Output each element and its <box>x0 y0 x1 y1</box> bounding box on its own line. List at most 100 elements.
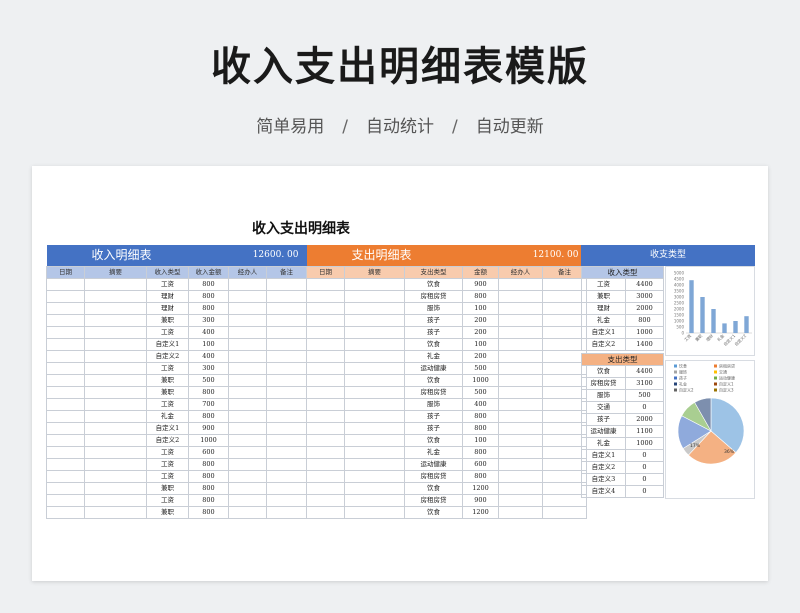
table-cell[interactable] <box>84 289 147 303</box>
table-cell[interactable]: 800 <box>188 385 229 399</box>
table-cell[interactable] <box>228 325 267 339</box>
table-cell[interactable] <box>498 385 543 399</box>
table-cell[interactable] <box>542 397 587 411</box>
table-cell[interactable] <box>344 397 405 411</box>
table-cell[interactable] <box>498 481 543 495</box>
table-cell[interactable] <box>498 349 543 363</box>
table-cell[interactable]: 房租房贷 <box>404 385 463 399</box>
table-cell[interactable] <box>266 385 307 399</box>
table-cell[interactable] <box>498 301 543 315</box>
table-cell[interactable] <box>542 493 587 507</box>
table-cell[interactable]: 工资 <box>146 469 189 483</box>
table-cell[interactable]: 900 <box>462 277 499 291</box>
table-cell[interactable]: 工资 <box>146 277 189 291</box>
table-cell[interactable]: 饮食 <box>404 505 463 519</box>
table-cell[interactable]: 1000 <box>188 433 229 447</box>
table-cell[interactable]: 800 <box>188 289 229 303</box>
table-cell[interactable]: 礼金 <box>404 349 463 363</box>
table-cell[interactable]: 400 <box>188 325 229 339</box>
table-cell[interactable]: 200 <box>462 313 499 327</box>
table-cell[interactable]: 房租房贷 <box>404 289 463 303</box>
table-cell[interactable]: 理财 <box>146 289 189 303</box>
table-cell[interactable]: 饮食 <box>404 277 463 291</box>
table-cell[interactable]: 800 <box>462 289 499 303</box>
table-cell[interactable] <box>306 313 345 327</box>
table-cell[interactable] <box>46 301 85 315</box>
table-cell[interactable]: 孩子 <box>404 421 463 435</box>
table-cell[interactable]: 800 <box>462 469 499 483</box>
table-cell[interactable] <box>266 373 307 387</box>
table-cell[interactable]: 800 <box>188 469 229 483</box>
table-cell[interactable]: 300 <box>188 313 229 327</box>
table-cell[interactable] <box>84 421 147 435</box>
table-cell[interactable]: 300 <box>188 361 229 375</box>
table-cell[interactable]: 900 <box>462 493 499 507</box>
table-cell[interactable]: 运动健康 <box>404 361 463 375</box>
table-cell[interactable]: 100 <box>462 433 499 447</box>
table-cell[interactable] <box>306 277 345 291</box>
table-cell[interactable]: 800 <box>462 409 499 423</box>
table-cell[interactable] <box>46 277 85 291</box>
table-cell[interactable] <box>306 325 345 339</box>
table-cell[interactable]: 工资 <box>146 445 189 459</box>
table-cell[interactable]: 兼职 <box>146 505 189 519</box>
table-cell[interactable]: 饮食 <box>404 337 463 351</box>
table-cell[interactable] <box>84 301 147 315</box>
table-cell[interactable] <box>266 469 307 483</box>
table-cell[interactable] <box>306 361 345 375</box>
table-cell[interactable] <box>542 445 587 459</box>
table-cell[interactable] <box>542 337 587 351</box>
table-cell[interactable] <box>266 445 307 459</box>
table-cell[interactable] <box>266 313 307 327</box>
table-cell[interactable] <box>266 289 307 303</box>
table-cell[interactable] <box>266 409 307 423</box>
table-cell[interactable] <box>46 313 85 327</box>
table-cell[interactable] <box>542 289 587 303</box>
table-cell[interactable] <box>306 289 345 303</box>
table-cell[interactable] <box>46 493 85 507</box>
table-cell[interactable] <box>344 481 405 495</box>
table-cell[interactable]: 兼职 <box>146 373 189 387</box>
table-cell[interactable] <box>84 505 147 519</box>
table-cell[interactable] <box>228 457 267 471</box>
table-cell[interactable] <box>498 289 543 303</box>
table-cell[interactable] <box>266 493 307 507</box>
table-cell[interactable]: 500 <box>462 361 499 375</box>
table-cell[interactable] <box>228 301 267 315</box>
table-cell[interactable]: 500 <box>462 385 499 399</box>
table-cell[interactable] <box>84 469 147 483</box>
table-cell[interactable] <box>46 409 85 423</box>
table-cell[interactable] <box>542 277 587 291</box>
table-cell[interactable] <box>266 397 307 411</box>
table-cell[interactable]: 房租房贷 <box>404 469 463 483</box>
table-cell[interactable] <box>498 337 543 351</box>
table-cell[interactable]: 800 <box>188 409 229 423</box>
table-cell[interactable]: 800 <box>188 493 229 507</box>
table-cell[interactable] <box>84 409 147 423</box>
table-cell[interactable]: 600 <box>188 445 229 459</box>
table-cell[interactable]: 饮食 <box>404 481 463 495</box>
table-cell[interactable]: 孩子 <box>404 325 463 339</box>
table-cell[interactable]: 自定义1 <box>146 421 189 435</box>
table-cell[interactable] <box>344 277 405 291</box>
table-cell[interactable] <box>498 493 543 507</box>
table-cell[interactable] <box>266 361 307 375</box>
table-cell[interactable] <box>498 421 543 435</box>
table-cell[interactable] <box>344 409 405 423</box>
table-cell[interactable] <box>46 337 85 351</box>
table-cell[interactable] <box>46 421 85 435</box>
table-cell[interactable] <box>344 469 405 483</box>
table-cell[interactable] <box>46 289 85 303</box>
table-cell[interactable] <box>306 373 345 387</box>
table-cell[interactable] <box>498 469 543 483</box>
table-cell[interactable]: 800 <box>188 457 229 471</box>
table-cell[interactable] <box>306 433 345 447</box>
table-cell[interactable] <box>46 469 85 483</box>
table-cell[interactable] <box>306 409 345 423</box>
table-cell[interactable]: 800 <box>188 505 229 519</box>
table-cell[interactable] <box>266 433 307 447</box>
table-cell[interactable]: 800 <box>188 481 229 495</box>
table-cell[interactable] <box>344 349 405 363</box>
table-cell[interactable]: 800 <box>462 445 499 459</box>
table-cell[interactable]: 兼职 <box>146 313 189 327</box>
